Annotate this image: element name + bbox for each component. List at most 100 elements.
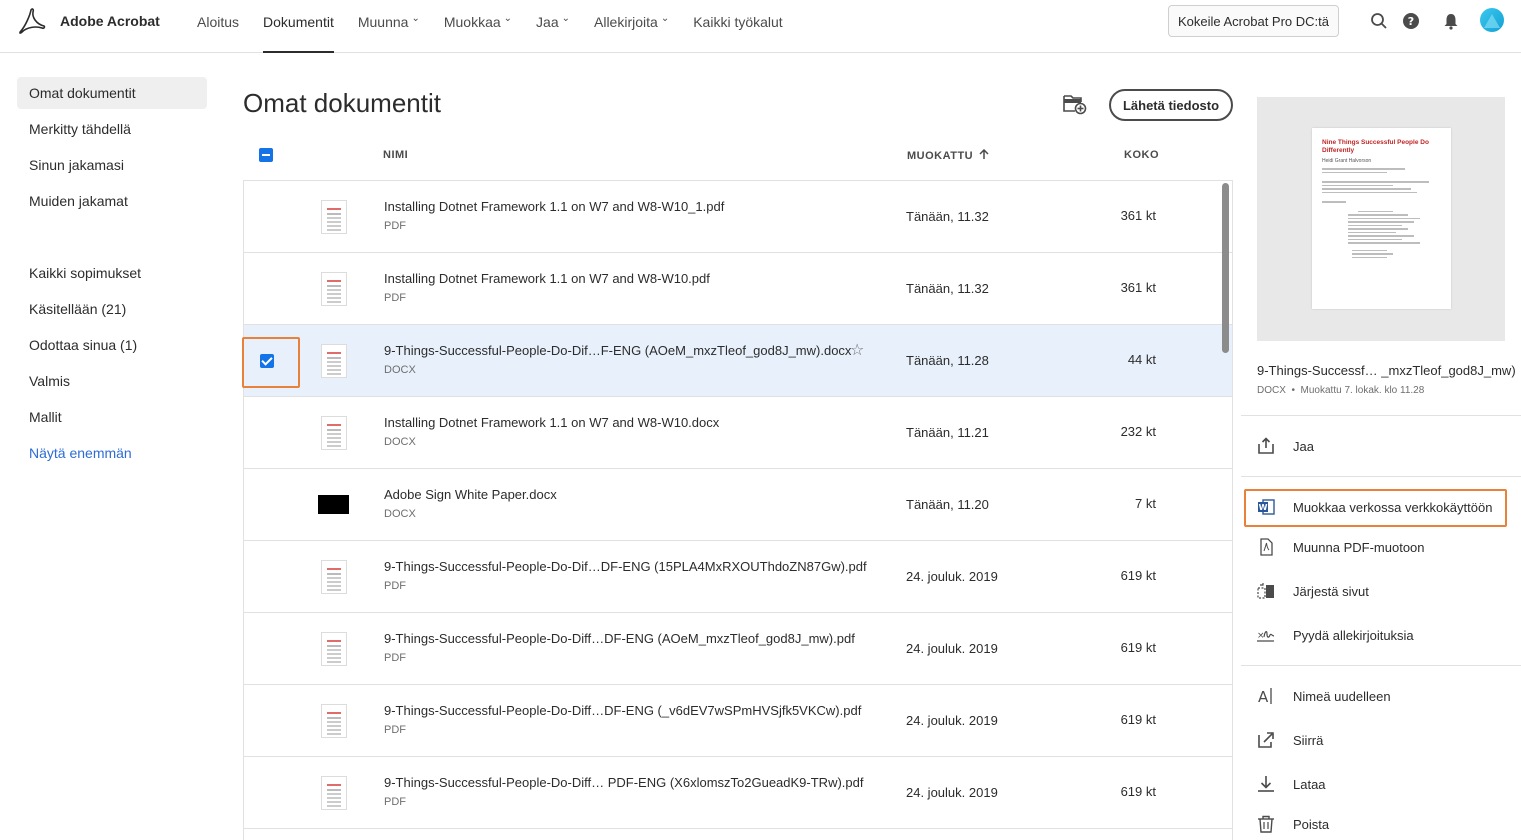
svg-text:?: ? [1408, 15, 1414, 28]
table-row[interactable]: 9-Things-Successful-People-Do-Diff…DF-EN… [244, 613, 1232, 685]
preview-text-line [1348, 238, 1402, 240]
file-name: 9-Things-Successful-People-Do-Diff…DF-EN… [384, 703, 862, 718]
table-scrollbar[interactable] [1222, 183, 1229, 353]
row-checkbox[interactable] [260, 642, 274, 656]
column-header-name[interactable]: NIMI [383, 149, 408, 161]
table-row-selected[interactable]: 9-Things-Successful-People-Do-Dif…F-ENG … [244, 325, 1232, 397]
file-modified: Tänään, 11.20 [906, 497, 989, 512]
sidebar-item-muiden-jakamat[interactable]: Muiden jakamat [17, 185, 207, 217]
sort-ascending-icon [979, 148, 989, 159]
file-name: 9-Things-Successful-People-Do-Dif…F-ENG … [384, 343, 852, 358]
document-preview[interactable]: Nine Things Successful People Do Differe… [1257, 97, 1505, 341]
organize-pages-action[interactable]: Järjestä sivut [1257, 575, 1369, 607]
chevron-down-icon: ⌄ [411, 13, 420, 24]
pdf-thumbnail [321, 560, 347, 594]
search-icon[interactable] [1368, 10, 1390, 32]
row-checkbox[interactable] [260, 714, 274, 728]
file-type: PDF [384, 220, 406, 232]
chevron-down-icon: ⌄ [561, 13, 570, 24]
preview-text-line [1357, 210, 1394, 212]
nav-dokumentit[interactable]: Dokumentit [263, 0, 334, 53]
edit-online-action[interactable]: W Muokkaa verkossa verkkokäyttöön [1257, 491, 1492, 523]
table-row[interactable]: Installing Dotnet Framework 1.1 on W7 an… [244, 397, 1232, 469]
download-action[interactable]: Lataa [1257, 768, 1326, 800]
delete-action[interactable]: Poista [1257, 808, 1329, 840]
preview-text-line [1351, 253, 1394, 255]
column-header-modified[interactable]: MUOKATTU [907, 148, 989, 162]
brand[interactable]: Adobe Acrobat [18, 0, 160, 42]
svg-text:×: × [1257, 631, 1265, 641]
table-row[interactable]: 9-Things-Successful-People-Do-Dif…DF-ENG… [244, 541, 1232, 613]
file-table: Installing Dotnet Framework 1.1 on W7 an… [243, 180, 1233, 840]
row-checkbox[interactable] [260, 426, 274, 440]
sidebar-item-merkitty-tahdella[interactable]: Merkitty tähdellä [17, 113, 207, 145]
avatar[interactable] [1480, 8, 1504, 32]
rename-icon: A [1257, 687, 1275, 705]
table-row[interactable]: 9-Things-Successful-People-Do-Diff… PDF-… [244, 757, 1232, 829]
sidebar-item-valmis[interactable]: Valmis [17, 365, 207, 397]
show-more-link[interactable]: Näytä enemmän [17, 437, 207, 469]
preview-text-line [1348, 221, 1414, 223]
sidebar-item-odottaa-sinua[interactable]: Odottaa sinua (1) [17, 329, 207, 361]
row-checkbox[interactable] [260, 282, 274, 296]
row-checkbox[interactable] [260, 570, 274, 584]
bell-icon[interactable] [1440, 10, 1462, 32]
docx-thumbnail-dark [318, 495, 349, 514]
word-icon: W [1257, 498, 1275, 516]
sidebar-item-mallit[interactable]: Mallit [17, 401, 207, 433]
convert-to-pdf-action[interactable]: Muunna PDF-muotoon [1257, 531, 1425, 563]
file-type: PDF [384, 652, 406, 664]
chevron-down-icon: ⌄ [660, 13, 670, 24]
sidebar-item-sinun-jakamasi[interactable]: Sinun jakamasi [17, 149, 207, 181]
trash-icon [1257, 815, 1275, 833]
file-size: 619 kt [1120, 784, 1156, 799]
nav-muunna[interactable]: Muunna ⌄ [358, 0, 420, 53]
sidebar-item-omat-dokumentit[interactable]: Omat dokumentit [17, 77, 207, 109]
column-header-size[interactable]: KOKO [1124, 149, 1159, 161]
file-name: 9-Things-Successful-People-Do-Diff… PDF-… [384, 775, 864, 790]
svg-text:W: W [1259, 503, 1268, 512]
nav-muokkaa[interactable]: Muokkaa ⌄ [444, 0, 512, 53]
share-icon [1257, 437, 1275, 455]
row-checkbox[interactable] [260, 210, 274, 224]
brand-name: Adobe Acrobat [60, 13, 160, 29]
row-checkbox[interactable] [260, 498, 274, 512]
share-action[interactable]: Jaa [1257, 430, 1314, 462]
selected-file-name: 9-Things-Successf… _mxzTleof_god8J_mw) [1257, 363, 1516, 378]
upload-file-button[interactable]: Lähetä tiedosto [1109, 89, 1233, 121]
nav-kaikki-tyokalut[interactable]: Kaikki työkalut [693, 0, 782, 53]
preview-text-line [1348, 224, 1402, 226]
preview-text-line [1322, 191, 1418, 193]
table-row[interactable]: 9-Things-Successful-People-Do-Diff…DF-EN… [244, 685, 1232, 757]
file-size: 619 kt [1120, 640, 1156, 655]
sidebar-item-kasitellaan[interactable]: Käsitellään (21) [17, 293, 207, 325]
table-row[interactable]: Adobe Sign White Paper.docx DOCX Tänään,… [244, 469, 1232, 541]
pdf-thumbnail [321, 272, 347, 306]
select-all-checkbox[interactable] [259, 148, 273, 162]
row-checkbox[interactable] [260, 786, 274, 800]
divider [1241, 665, 1521, 666]
file-modified: Tänään, 11.28 [906, 353, 989, 368]
nav-aloitus[interactable]: Aloitus [197, 0, 239, 53]
nav-jaa[interactable]: Jaa ⌄ [536, 0, 570, 53]
help-icon[interactable]: ? [1400, 10, 1422, 32]
docx-thumbnail [321, 416, 347, 450]
file-type: PDF [384, 796, 406, 808]
star-icon[interactable]: ☆ [850, 340, 864, 360]
sidebar-item-kaikki-sopimukset[interactable]: Kaikki sopimukset [17, 257, 207, 289]
left-sidebar: Omat dokumentit Merkitty tähdellä Sinun … [17, 77, 207, 473]
new-folder-icon[interactable] [1063, 93, 1087, 115]
row-checkbox-checked[interactable] [260, 354, 274, 368]
file-name: Installing Dotnet Framework 1.1 on W7 an… [384, 199, 725, 214]
table-row[interactable]: Installing Dotnet Framework 1.1 on W7 an… [244, 181, 1232, 253]
table-row[interactable]: Installing Dotnet Framework 1.1 on W7 an… [244, 253, 1232, 325]
try-pro-button[interactable]: Kokeile Acrobat Pro DC:tä [1168, 5, 1339, 37]
move-action[interactable]: Siirrä [1257, 724, 1323, 756]
preview-text-line [1348, 228, 1408, 230]
main-nav: Aloitus Dokumentit Muunna ⌄ Muokkaa ⌄ Jaa ⌄… [197, 0, 807, 53]
request-signatures-action[interactable]: × Pyydä allekirjoituksia [1257, 619, 1414, 651]
preview-text-line [1322, 181, 1430, 183]
nav-allekirjoita[interactable]: Allekirjoita ⌄ [594, 0, 669, 53]
rename-action[interactable]: A Nimeä uudelleen [1257, 680, 1391, 712]
file-type: PDF [384, 724, 406, 736]
